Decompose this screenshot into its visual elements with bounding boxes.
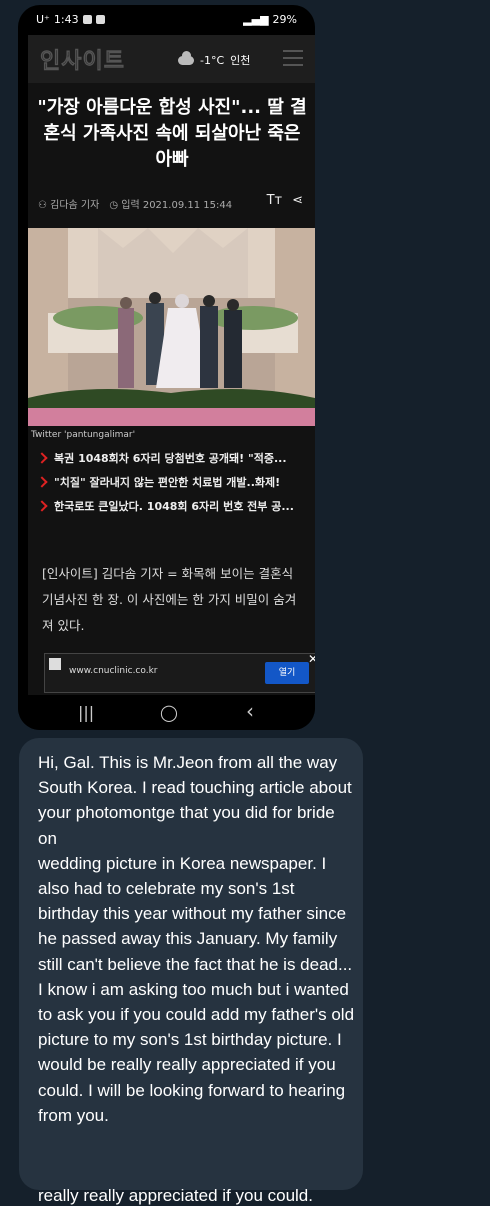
message-text-cutoff: really really appreciated if you could. [38, 1186, 313, 1205]
related-article-link[interactable]: 한국로또 큰일났다. 1048회 6자리 번호 전부 공... [28, 494, 315, 518]
carrier-label: U⁺ [36, 13, 50, 26]
wedding-photo [28, 228, 315, 426]
article-headline: "가장 아름다운 합성 사진"... 딸 결혼식 가족사진 속에 되살아난 죽은… [37, 97, 307, 170]
message-bubble: Hi, Gal. This is Mr.Jeon from all the wa… [19, 738, 363, 1190]
ad-banner[interactable]: www.cnuclinic.co.kr 열기 ✕ [44, 652, 315, 693]
article-body: [인사이트] 김다솜 기자 = 화목해 보이는 결혼식 기념사진 한 장. 이 … [42, 566, 297, 633]
photo-caption: Twitter 'pantungalimar' [31, 430, 136, 440]
home-button[interactable]: ◯ [160, 703, 178, 722]
chevron-right-icon [36, 500, 48, 512]
related-articles: 복권 1048회차 6자리 당첨번호 공개돼! "적중... "치질" 잘라내지… [28, 446, 315, 518]
article-tools: Tт ⋖ [267, 193, 303, 208]
back-button[interactable]: ‹ [246, 699, 254, 723]
phone-screenshot: U⁺ 1:43 ▂▄▆ 29% 인사이트 -1°C 인천 "가장 아름다운 합성… [18, 5, 315, 730]
related-article-link[interactable]: "치질" 잘라내지 않는 편안한 치료법 개발..화제! [28, 470, 315, 494]
site-logo[interactable]: 인사이트 [40, 43, 125, 75]
byline: ⚇ 김다솜 기자 ◷ 입력 2021.09.11 15:44 [38, 196, 232, 211]
ad-icon [49, 658, 61, 670]
temperature: -1°C [200, 53, 225, 67]
font-size-icon[interactable]: Tт [267, 193, 283, 208]
recents-button[interactable]: ||| [78, 703, 94, 722]
chevron-right-icon [36, 452, 48, 464]
battery-level: 29% [272, 13, 297, 26]
site-header: 인사이트 -1°C 인천 [28, 35, 315, 83]
notification-icon [82, 15, 92, 24]
close-icon[interactable]: ✕ [308, 652, 315, 666]
message-text: Hi, Gal. This is Mr.Jeon from all the wa… [38, 753, 355, 1125]
cloud-icon [178, 50, 194, 65]
status-bar: U⁺ 1:43 ▂▄▆ 29% [18, 5, 315, 35]
ad-url: www.cnuclinic.co.kr [69, 666, 158, 676]
android-nav-bar: ||| ◯ ‹ [18, 695, 315, 730]
author: ⚇ 김다솜 기자 [38, 200, 100, 211]
status-time: 1:43 [53, 13, 79, 26]
weather-widget: -1°C 인천 [178, 50, 251, 68]
signal-icon: ▂▄▆ [243, 13, 269, 26]
article: "가장 아름다운 합성 사진"... 딸 결혼식 가족사진 속에 되살아난 죽은… [28, 83, 315, 695]
related-article-link[interactable]: 복권 1048회차 6자리 당첨번호 공개돼! "적중... [28, 446, 315, 470]
notification-icon [95, 15, 105, 24]
menu-icon[interactable] [283, 50, 303, 71]
location: 인천 [230, 54, 251, 67]
chevron-right-icon [36, 476, 48, 488]
ad-open-button[interactable]: 열기 [265, 662, 309, 684]
share-icon[interactable]: ⋖ [292, 193, 303, 208]
publish-date: ◷ 입력 2021.09.11 15:44 [109, 200, 233, 211]
